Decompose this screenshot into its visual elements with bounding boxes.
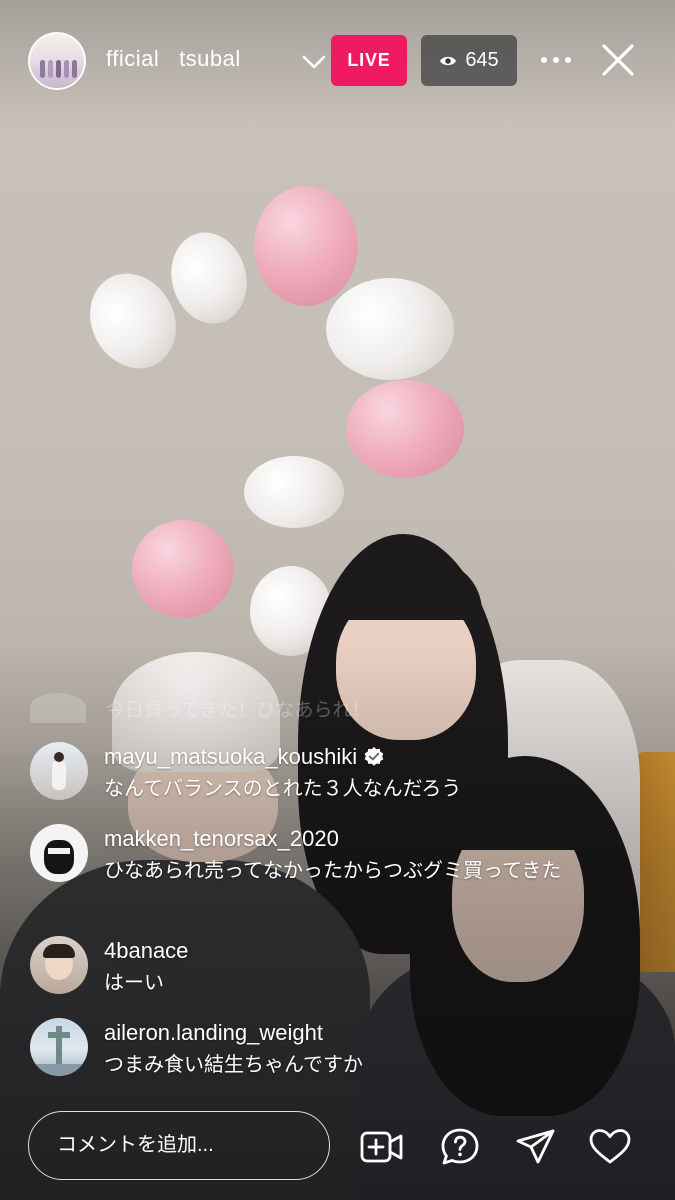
chevron-down-icon[interactable] [300,48,328,76]
live-header: fficial tsubal LIVE 645 [28,32,649,90]
comment-text: はーい [104,972,164,994]
question-icon[interactable] [438,1127,482,1167]
viewer-count-badge[interactable]: 645 [421,35,517,86]
host-avatar[interactable] [28,32,86,90]
comment-avatar[interactable] [30,1018,88,1076]
comment-username[interactable]: mayu_matsuoka_koushiki [104,744,357,770]
comment-avatar[interactable] [30,824,88,882]
comment-username[interactable]: aileron.landing_weight [104,1020,323,1046]
viewer-count: 645 [465,49,499,71]
balloon [254,186,358,306]
balloon [244,456,344,528]
comment-avatar[interactable] [30,742,88,800]
faded-comment: 今日買ってきた！ひなあられ！ [30,690,370,726]
comment-text: つまみ食い結生ちゃんですか [104,1054,363,1076]
balloon [346,380,464,478]
balloon [161,223,257,333]
add-video-icon[interactable] [360,1127,404,1167]
verified-icon [364,747,384,766]
comment-username[interactable]: 4banace [104,938,188,964]
comment-item: aileron.landing_weight つまみ食い結生ちゃんですか [30,1018,363,1080]
close-icon[interactable] [600,42,636,78]
comment-item: mayu_matsuoka_koushiki なんてバランスのとれた３人なんだろ… [30,742,461,804]
more-icon[interactable] [538,44,574,76]
balloon [132,520,234,618]
faded-comment-text: 今日買ってきた！ひなあられ！ [106,699,371,721]
comment-username[interactable]: makken_tenorsax_2020 [104,826,339,852]
live-badge: LIVE [331,35,407,86]
heart-icon[interactable] [588,1127,632,1167]
host-username[interactable]: fficial tsubal [106,46,296,72]
live-footer [28,1111,645,1182]
comment-text: ひなあられ売ってなかったからつぶグミ買ってきた [104,860,562,882]
comment-item: 4banace はーい [30,936,188,998]
comment-avatar[interactable] [30,936,88,994]
balloon [326,278,454,380]
send-icon[interactable] [514,1127,558,1167]
comment-item: makken_tenorsax_2020 ひなあられ売ってなかったからつぶグミ買… [30,824,561,886]
comment-avatar [30,693,86,723]
comment-text: なんてバランスのとれた３人なんだろう [104,778,462,800]
eye-icon [440,56,457,65]
comment-input[interactable] [28,1111,330,1180]
